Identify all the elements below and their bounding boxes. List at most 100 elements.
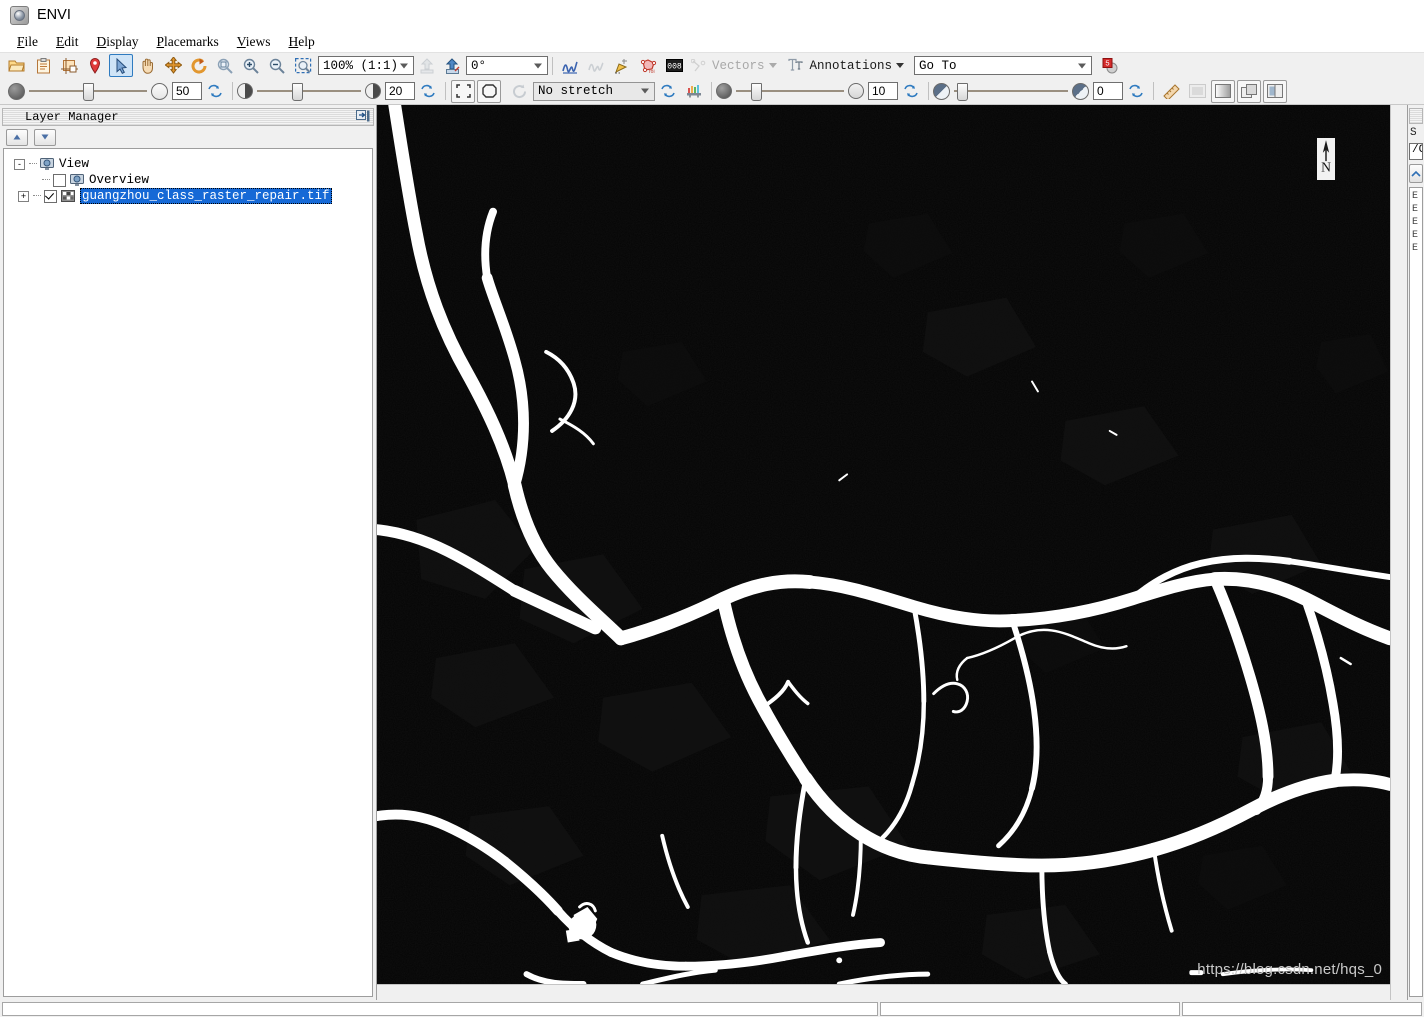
annotations-icon[interactable] <box>785 54 807 77</box>
reset-contrast-icon[interactable] <box>899 80 923 103</box>
contrast-value[interactable]: 10 <box>868 82 898 100</box>
menu-views[interactable]: Views <box>228 34 280 50</box>
rotation-angle-combo[interactable]: 0° <box>466 56 548 75</box>
display-toolbar: 50 20 No stretch 10 0 <box>0 78 1424 105</box>
view-vertical-scrollbar[interactable] <box>1390 105 1407 1000</box>
layer-visibility-checkbox[interactable] <box>44 189 57 203</box>
status-bar <box>0 1000 1424 1017</box>
spectral-profile-icon[interactable] <box>558 54 582 77</box>
list-item[interactable]: E <box>1410 230 1422 243</box>
reset-transparency-icon[interactable] <box>203 80 227 103</box>
crop-region-icon[interactable] <box>57 54 81 77</box>
svg-text:5: 5 <box>1105 58 1109 67</box>
goto-input[interactable]: Go To <box>914 56 1093 75</box>
raster-layer-icon <box>61 190 75 202</box>
tree-node-overview[interactable]: Overview <box>4 172 372 188</box>
pixel-locator-icon[interactable] <box>610 54 634 77</box>
toolbar-separator <box>232 82 233 100</box>
secondary-panel-path[interactable]: /C <box>1409 143 1423 160</box>
dock-collapse-icon[interactable] <box>355 109 371 123</box>
expander-toggle[interactable]: - <box>14 158 25 170</box>
menu-bar: File Edit Display Placemarks Views Help <box>0 31 1424 53</box>
crosshair-cursor-icon[interactable] <box>1185 80 1209 103</box>
raster-canvas <box>377 105 1390 984</box>
svg-text:N: N <box>1321 160 1331 175</box>
layer-visibility-checkbox[interactable] <box>53 173 66 187</box>
refresh-stretch-icon[interactable] <box>508 80 532 103</box>
browse-folder-icon[interactable] <box>1409 164 1423 183</box>
rotate-icon[interactable] <box>187 54 211 77</box>
zoom-to-layer-extent-icon[interactable] <box>477 79 501 103</box>
horizontal-profile-icon[interactable] <box>584 54 608 77</box>
view-monitor-icon <box>70 174 84 186</box>
zoom-out-icon[interactable] <box>265 54 289 77</box>
menu-file[interactable]: File <box>8 34 47 50</box>
list-item[interactable]: E <box>1410 243 1422 256</box>
menu-placemarks[interactable]: Placemarks <box>148 34 228 50</box>
contrast-low-icon <box>716 83 732 99</box>
menu-display[interactable]: Display <box>88 34 148 50</box>
list-item[interactable]: E <box>1410 191 1422 204</box>
brightness-slider[interactable] <box>253 83 365 101</box>
clipboard-icon[interactable] <box>31 54 55 77</box>
measurement-tool-icon[interactable] <box>1159 80 1183 103</box>
layer-manager-header: Layer Manager <box>2 108 374 126</box>
chevron-down-icon[interactable] <box>768 63 777 68</box>
main-toolbar: 100% (1:1) 0° roi 008 Vectors Annotation… <box>0 53 1424 78</box>
reset-sharpen-icon[interactable] <box>1124 80 1148 103</box>
transparency-slider[interactable] <box>25 83 151 101</box>
next-view-icon[interactable] <box>441 54 465 77</box>
tree-connector <box>42 179 50 181</box>
tree-node-raster-layer[interactable]: + guangzhou_class_raster_repair.tif <box>4 188 372 204</box>
annotations-menu-label[interactable]: Annotations <box>810 59 893 73</box>
sharpen-slider[interactable] <box>950 83 1072 101</box>
layer-manager-panel: Layer Manager - View Overview + guangzho… <box>0 105 377 1000</box>
zoom-to-selection-icon[interactable] <box>291 54 315 77</box>
classified-raster-image[interactable]: N https://blog.csdn.net/hqs_0 <box>377 105 1390 984</box>
view-horizontal-scrollbar[interactable] <box>377 984 1390 1000</box>
reset-brightness-icon[interactable] <box>416 80 440 103</box>
toolbar-separator <box>928 82 929 100</box>
previous-view-icon[interactable] <box>415 54 439 77</box>
menu-edit[interactable]: Edit <box>47 34 88 50</box>
menu-help[interactable]: Help <box>279 34 323 50</box>
contrast-slider[interactable] <box>732 83 848 101</box>
single-view-icon[interactable] <box>1211 79 1235 103</box>
zoom-to-full-extent-icon[interactable] <box>451 79 475 103</box>
histogram-stretch-icon[interactable] <box>682 80 706 103</box>
zoom-to-extent-icon[interactable] <box>213 54 237 77</box>
stretch-type-combo[interactable]: No stretch <box>533 81 655 101</box>
list-item[interactable]: E <box>1410 217 1422 230</box>
toolbar-separator <box>1153 82 1154 100</box>
move-layer-down-icon[interactable] <box>34 128 56 146</box>
layer-tree[interactable]: - View Overview + guangzhou_class_raster… <box>3 148 373 997</box>
two-view-icon[interactable] <box>1237 79 1261 103</box>
list-item[interactable]: E <box>1410 204 1422 217</box>
reset-stretch-icon[interactable] <box>656 80 680 103</box>
toolbar-separator <box>445 82 446 100</box>
chevron-down-icon[interactable] <box>896 63 905 68</box>
svg-text:roi: roi <box>649 69 655 74</box>
opaque-circle-icon <box>8 82 25 100</box>
move-layer-up-icon[interactable] <box>6 128 28 146</box>
placemark-pin-icon[interactable] <box>83 54 107 77</box>
expander-toggle[interactable]: + <box>18 190 29 202</box>
pan-hand-icon[interactable] <box>135 54 159 77</box>
vectors-icon[interactable] <box>688 54 709 77</box>
goto-run-icon[interactable]: 5 <box>1098 54 1122 77</box>
select-arrow-icon[interactable] <box>109 54 133 77</box>
portal-view-icon[interactable] <box>1263 79 1287 103</box>
vectors-menu-label[interactable]: Vectors <box>712 59 765 73</box>
zoom-in-icon[interactable] <box>239 54 263 77</box>
envi-application-window: ENVI File Edit Display Placemarks Views … <box>0 0 1424 1017</box>
secondary-panel-list[interactable]: E E E E E <box>1409 187 1423 997</box>
open-file-icon[interactable] <box>5 54 29 77</box>
band-threshold-icon[interactable]: 008 <box>662 54 686 77</box>
transparency-value[interactable]: 50 <box>172 82 202 100</box>
tree-node-view[interactable]: - View <box>4 156 372 172</box>
fly-crosshair-icon[interactable] <box>161 54 185 77</box>
sharpen-value[interactable]: 0 <box>1093 82 1123 100</box>
zoom-level-combo[interactable]: 100% (1:1) <box>318 56 414 75</box>
brightness-value[interactable]: 20 <box>385 82 415 100</box>
region-of-interest-icon[interactable]: roi <box>636 54 660 77</box>
